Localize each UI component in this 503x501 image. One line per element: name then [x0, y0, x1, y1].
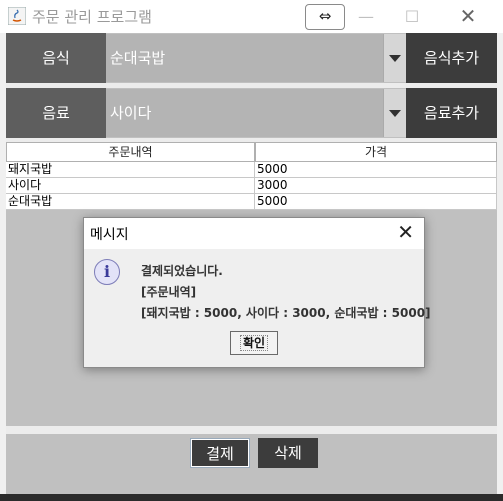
maximize-button[interactable]: ☐ — [389, 0, 435, 33]
message-dialog: 메시지 ✕ i 결제되었습니다. [주문내역] [돼지국밥 : 5000, 사이… — [83, 217, 431, 368]
table-cell-item[interactable]: 순대국밥 — [6, 194, 255, 210]
minimize-button[interactable]: — — [343, 0, 389, 33]
table-cell-item[interactable]: 사이다 — [6, 178, 255, 194]
close-icon: ✕ — [459, 4, 477, 28]
dialog-message-line: 결제되었습니다. — [141, 264, 223, 278]
order-management-window: 주문 관리 프로그램 ⇔ — ☐ ✕ 음식 순대국밥 음식추가 음료 사이다 음… — [0, 0, 503, 501]
dialog-title-bar: 메시지 ✕ — [84, 218, 424, 249]
add-drink-button[interactable]: 음료추가 — [406, 88, 497, 138]
drink-combobox[interactable]: 사이다 — [106, 89, 406, 137]
column-header-order[interactable]: 주문내역 — [6, 142, 255, 162]
dialog-message-line: [주문내역] — [141, 285, 197, 299]
java-app-icon — [8, 7, 26, 25]
dialog-title: 메시지 — [90, 227, 129, 243]
dialog-message-line: [돼지국밥 : 5000, 사이다 : 3000, 순대국밥 : 5000] — [141, 306, 431, 320]
food-combobox[interactable]: 순대국밥 — [106, 34, 406, 82]
chevron-down-icon[interactable] — [383, 89, 406, 137]
table-cell-price[interactable]: 5000 — [255, 194, 497, 210]
swap-icon: ⇔ — [318, 7, 332, 25]
food-combobox-value: 순대국밥 — [110, 49, 166, 67]
food-label: 음식 — [6, 33, 106, 83]
add-food-button[interactable]: 음식추가 — [406, 33, 497, 83]
column-header-price[interactable]: 가격 — [255, 142, 497, 162]
window-title: 주문 관리 프로그램 — [32, 8, 152, 26]
close-icon[interactable]: ✕ — [397, 220, 414, 244]
title-bar: 주문 관리 프로그램 ⇔ — ☐ ✕ — [0, 0, 503, 33]
minimize-icon: — — [358, 7, 374, 26]
window-bottom-edge — [0, 494, 503, 501]
table-cell-price[interactable]: 3000 — [255, 178, 497, 194]
maximize-icon: ☐ — [404, 7, 420, 26]
drink-row: 음료 사이다 음료추가 — [6, 88, 497, 138]
drink-label: 음료 — [6, 88, 106, 138]
close-button[interactable]: ✕ — [445, 0, 491, 33]
food-row: 음식 순대국밥 음식추가 — [6, 33, 497, 83]
table-cell-price[interactable]: 5000 — [255, 162, 497, 178]
ok-button-label: 확인 — [239, 335, 269, 351]
table-cell-item[interactable]: 돼지국밥 — [6, 162, 255, 178]
ok-button[interactable]: 확인 — [230, 331, 278, 355]
chevron-down-icon[interactable] — [383, 34, 406, 82]
swap-button[interactable]: ⇔ — [305, 4, 345, 30]
drink-combobox-value: 사이다 — [110, 104, 152, 122]
bottom-panel: 결제 삭제 — [6, 434, 497, 494]
delete-button[interactable]: 삭제 — [258, 438, 318, 468]
bottom-divider — [6, 426, 497, 434]
info-icon: i — [94, 259, 120, 285]
pay-button[interactable]: 결제 — [190, 438, 250, 468]
